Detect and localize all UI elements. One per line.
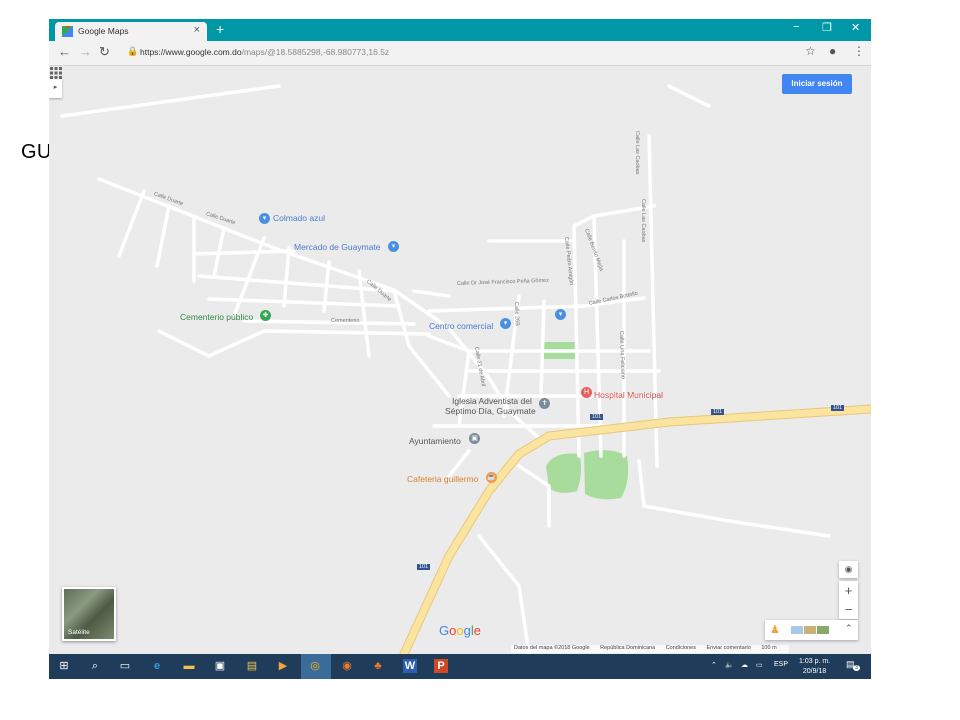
poi-label[interactable]: Ayuntamiento — [409, 436, 461, 446]
imagery-thumb-icon[interactable] — [791, 626, 803, 634]
street-label: Calle Las Caobas — [640, 199, 646, 243]
satellite-toggle[interactable]: Satélite — [62, 587, 116, 641]
street-label: Calle Las Caobas — [634, 131, 640, 175]
civic-building-pin-icon[interactable]: ▣ — [469, 433, 480, 444]
church-pin-icon[interactable]: ✝ — [539, 398, 550, 409]
country-link[interactable]: República Dominicana — [600, 645, 655, 651]
clock-time: 1:03 p. m. — [799, 658, 831, 665]
poi-label[interactable]: Cafeteria guillermo — [407, 474, 478, 484]
app-icon[interactable]: ♣ — [371, 659, 385, 673]
google-logo: Google — [439, 623, 481, 638]
clock-date: 20/9/18 — [802, 668, 827, 675]
my-location-icon[interactable]: ◉ — [839, 561, 858, 578]
shopping-pin-icon[interactable]: ▾ — [555, 309, 566, 320]
store-icon[interactable]: ▣ — [213, 659, 227, 673]
file-explorer-icon[interactable]: ▬ — [182, 659, 196, 673]
street-label: Cementerio — [331, 318, 360, 324]
minimize-icon[interactable]: − — [793, 21, 799, 33]
poi-label[interactable]: Colmado azul — [273, 213, 325, 223]
forward-arrow-icon[interactable]: → — [79, 44, 92, 59]
profile-icon[interactable]: ● — [829, 44, 836, 58]
lock-icon: 🔒 — [127, 46, 139, 56]
firefox-icon[interactable]: ◉ — [340, 659, 354, 673]
apps-grid-icon[interactable] — [49, 66, 63, 80]
windows-start-icon[interactable]: ⊞ — [57, 659, 71, 673]
url-text: https://www.google.com.do/maps/@18.58852… — [140, 47, 390, 57]
hospital-pin-icon[interactable]: H — [581, 387, 592, 398]
poi-label[interactable]: Iglesia Adventista del — [452, 396, 532, 406]
task-view-icon[interactable]: ▭ — [118, 659, 132, 673]
shopping-pin-icon[interactable]: ▾ — [259, 213, 270, 224]
volume-icon[interactable]: 🔈 — [725, 661, 734, 669]
tab-google-maps[interactable]: Google Maps × — [55, 22, 207, 41]
network-icon[interactable]: ▭ — [756, 661, 763, 669]
highway-shield: 101 — [831, 405, 845, 411]
clock[interactable]: 1:03 p. m. 20/9/18 — [799, 657, 830, 677]
bookmark-star-icon[interactable]: ☆ — [805, 44, 816, 58]
zoom-in-button[interactable]: + — [839, 581, 858, 600]
highway-shield: 101 — [417, 564, 431, 570]
imagery-bar: ♟ ⌃ — [765, 620, 858, 640]
highway-shield: 101 — [711, 409, 725, 415]
chrome-icon[interactable]: ◎ — [308, 659, 322, 673]
poi-label[interactable]: Cementerio público — [180, 312, 253, 322]
scale-bar[interactable]: 100 m — [761, 645, 776, 651]
map-data-credit: Datos del mapa ©2018 Google — [514, 645, 590, 651]
back-arrow-icon[interactable]: ← — [58, 44, 71, 59]
tray-chevron-icon[interactable]: ⌃ — [711, 661, 717, 669]
browser-toolbar: ← → ↻ 🔒 https://www.google.com.do/maps/@… — [49, 41, 871, 66]
imagery-thumb-icon[interactable] — [817, 626, 829, 634]
title-bar: Google Maps × + − ❐ ✕ — [49, 19, 871, 41]
media-player-icon[interactable]: ▶ — [276, 659, 290, 673]
shopping-pin-icon[interactable]: ▾ — [500, 318, 511, 329]
terms-link[interactable]: Condiciones — [666, 645, 696, 651]
shopping-pin-icon[interactable]: ▾ — [388, 241, 399, 252]
cloud-icon[interactable]: ☁ — [741, 661, 748, 669]
browser-window: Google Maps × + − ❐ ✕ ← → ↻ 🔒 https://ww… — [49, 19, 871, 679]
notification-count: 3 — [853, 665, 860, 671]
map-roads — [60, 84, 871, 654]
poi-label[interactable]: Centro comercial — [429, 321, 493, 331]
highway-shield: 101 — [590, 414, 604, 420]
pegman-icon[interactable]: ♟ — [770, 623, 780, 636]
edge-icon[interactable]: e — [150, 659, 164, 673]
cemetery-pin-icon[interactable]: ✚ — [260, 310, 271, 321]
zoom-control: + − — [839, 581, 858, 619]
reload-icon[interactable]: ↻ — [99, 44, 110, 60]
satellite-label: Satélite — [68, 629, 90, 636]
powerpoint-icon[interactable]: P — [434, 659, 448, 673]
expand-chevron-icon[interactable]: ⌃ — [845, 623, 853, 634]
map-footer: Datos del mapa ©2018 Google República Do… — [511, 645, 789, 653]
cafe-pin-icon[interactable]: ☕ — [486, 472, 497, 483]
poi-label[interactable]: Mercado de Guaymate — [294, 242, 380, 252]
restore-icon[interactable]: ❐ — [822, 21, 832, 34]
tab-title: Google Maps — [78, 26, 129, 36]
poi-label[interactable]: Hospital Municipal — [594, 390, 663, 400]
windows-taskbar: ⊞ ⌕ ▭ e ▬ ▣ ▤ ▶ ◎ ◉ ♣ W P ⌃ 🔈 ☁ ▭ ESP 1:… — [49, 654, 871, 679]
close-window-icon[interactable]: ✕ — [851, 21, 860, 34]
menu-kebab-icon[interactable]: ⋮ — [853, 44, 865, 58]
word-icon[interactable]: W — [403, 659, 417, 673]
folder-icon[interactable]: ▤ — [245, 659, 259, 673]
map-canvas[interactable]: 101 101 101 101 Calle Duarte Calle Duart… — [49, 66, 871, 654]
tab-close-icon[interactable]: × — [194, 24, 200, 36]
search-icon[interactable]: ⌕ — [88, 659, 102, 673]
address-bar[interactable]: 🔒 https://www.google.com.do/maps/@18.588… — [124, 44, 824, 61]
feedback-link[interactable]: Enviar comentario — [707, 645, 751, 651]
language-indicator[interactable]: ESP — [774, 661, 788, 668]
signin-button[interactable]: Iniciar sesión — [782, 74, 852, 94]
street-label: Calle 26B — [513, 301, 520, 326]
maps-favicon-icon — [62, 26, 73, 37]
imagery-thumb-icon[interactable] — [804, 626, 816, 634]
new-tab-button[interactable]: + — [216, 21, 224, 37]
poi-label[interactable]: Séptimo Día, Guaymate — [445, 406, 536, 416]
collapse-sidebar-button[interactable]: ▸ — [49, 78, 62, 98]
zoom-out-button[interactable]: − — [839, 600, 858, 619]
